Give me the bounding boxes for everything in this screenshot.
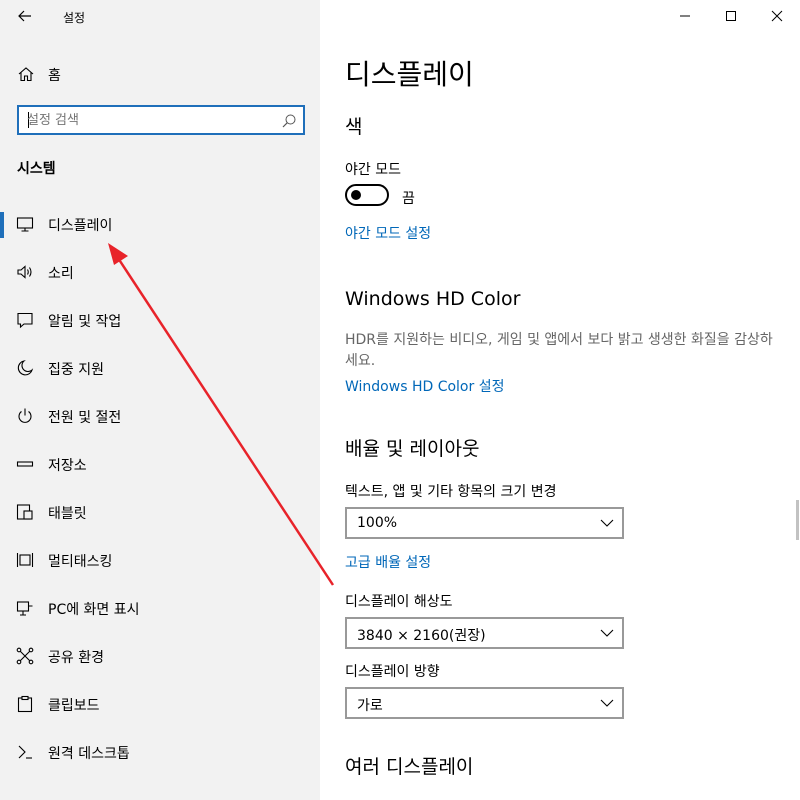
night-light-label: 야간 모드: [345, 162, 401, 178]
chevron-down-icon: [600, 699, 614, 707]
sidebar-item-multitasking[interactable]: 멀티태스킹: [0, 538, 320, 582]
sidebar-item-label: 저장소: [48, 458, 87, 474]
sidebar-item-sound[interactable]: 소리: [0, 250, 320, 294]
active-indicator: [0, 212, 4, 238]
remote-desktop-icon: [18, 745, 32, 759]
sidebar-item-display[interactable]: 디스플레이: [0, 202, 320, 246]
hd-color-description: HDR를 지원하는 비디오, 게임 및 앱에서 보다 밝고 생생한 화질을 감상…: [345, 332, 773, 369]
section-heading-hd-color: Windows HD Color: [345, 288, 521, 310]
close-button[interactable]: [754, 0, 800, 32]
orientation-select[interactable]: 가로: [345, 687, 624, 719]
storage-icon: [16, 461, 34, 467]
sidebar-item-label: 멀티태스킹: [48, 554, 113, 570]
minimize-icon: [680, 15, 690, 17]
scrollbar-thumb[interactable]: [796, 500, 799, 540]
sidebar-item-label: 소리: [48, 266, 74, 282]
tablet-icon: [16, 504, 33, 520]
monitor-icon: [16, 217, 34, 232]
scale-label: 텍스트, 앱 및 기타 항목의 크기 변경: [345, 484, 557, 500]
night-light-toggle[interactable]: [345, 184, 389, 206]
page-title: 디스플레이: [345, 58, 474, 91]
multitasking-icon: [16, 553, 34, 567]
sidebar-item-label: 알림 및 작업: [48, 314, 122, 330]
minimize-button[interactable]: [662, 0, 708, 32]
home-icon: [18, 67, 34, 82]
moon-icon: [17, 360, 34, 376]
title-bar-left: 설정: [0, 0, 320, 32]
section-heading-color: 색: [345, 116, 363, 138]
toggle-knob: [351, 190, 361, 200]
sidebar-item-label: 전원 및 절전: [48, 410, 122, 426]
maximize-icon: [726, 11, 736, 21]
power-icon: [18, 408, 32, 423]
sidebar-item-label: 공유 환경: [48, 650, 104, 666]
sidebar-item-home[interactable]: 홈: [0, 58, 320, 90]
search-box[interactable]: [17, 105, 305, 135]
hd-color-settings-link[interactable]: Windows HD Color 설정: [345, 376, 504, 396]
sidebar-item-notifications[interactable]: 알림 및 작업: [0, 298, 320, 342]
orientation-select-value: 가로: [357, 698, 383, 714]
sidebar-item-label: 집중 지원: [48, 362, 104, 378]
shared-experiences-icon: [16, 647, 34, 665]
night-light-settings-link[interactable]: 야간 모드 설정: [345, 223, 431, 243]
sidebar-item-label: PC에 화면 표시: [48, 602, 140, 618]
section-heading-scale-layout: 배율 및 레이아웃: [345, 438, 480, 460]
sidebar-item-shared-experiences[interactable]: 공유 환경: [0, 634, 320, 678]
scale-select[interactable]: 100%: [345, 507, 624, 539]
search-input[interactable]: [27, 111, 267, 129]
sidebar-item-home-label: 홈: [48, 68, 61, 84]
scale-select-value: 100%: [357, 515, 398, 531]
project-icon: [16, 601, 33, 616]
speaker-icon: [17, 265, 32, 279]
chevron-down-icon: [600, 629, 614, 637]
notification-icon: [17, 312, 33, 329]
sidebar-item-storage[interactable]: 저장소: [0, 442, 320, 486]
sidebar-item-label: 원격 데스크톱: [48, 746, 130, 762]
sidebar-item-label: 클립보드: [48, 698, 100, 714]
sidebar-section-label: 시스템: [17, 161, 56, 177]
orientation-label: 디스플레이 방향: [345, 664, 440, 680]
scrollbar[interactable]: [796, 40, 800, 780]
sidebar: 설정 홈 시스템 디스플레이 소리 알림 및: [0, 0, 320, 800]
sidebar-item-focus-assist[interactable]: 집중 지원: [0, 346, 320, 390]
resolution-label: 디스플레이 해상도: [345, 594, 453, 610]
back-button[interactable]: [10, 4, 40, 28]
close-icon: [771, 10, 783, 22]
sidebar-item-project[interactable]: PC에 화면 표시: [0, 586, 320, 630]
sidebar-item-clipboard[interactable]: 클립보드: [0, 682, 320, 726]
clipboard-icon: [17, 695, 33, 713]
section-heading-multiple-displays: 여러 디스플레이: [345, 756, 474, 778]
resolution-select[interactable]: 3840 × 2160(권장): [345, 617, 624, 649]
content-pane: 디스플레이 색 야간 모드 끔 야간 모드 설정 Windows HD Colo…: [320, 0, 800, 800]
resolution-select-value: 3840 × 2160(권장): [357, 628, 486, 644]
sidebar-item-label: 디스플레이: [48, 218, 113, 234]
sidebar-item-power[interactable]: 전원 및 절전: [0, 394, 320, 438]
advanced-scaling-link[interactable]: 고급 배율 설정: [345, 552, 431, 572]
sidebar-item-label: 태블릿: [48, 506, 87, 522]
toggle-state-text: 끔: [402, 191, 415, 207]
maximize-button[interactable]: [708, 0, 754, 32]
sidebar-item-tablet[interactable]: 태블릿: [0, 490, 320, 534]
chevron-down-icon: [600, 519, 614, 527]
search-icon[interactable]: [281, 113, 297, 129]
window-title: 설정: [63, 11, 86, 25]
sidebar-item-remote-desktop[interactable]: 원격 데스크톱: [0, 730, 320, 774]
back-arrow-icon: [18, 10, 31, 22]
